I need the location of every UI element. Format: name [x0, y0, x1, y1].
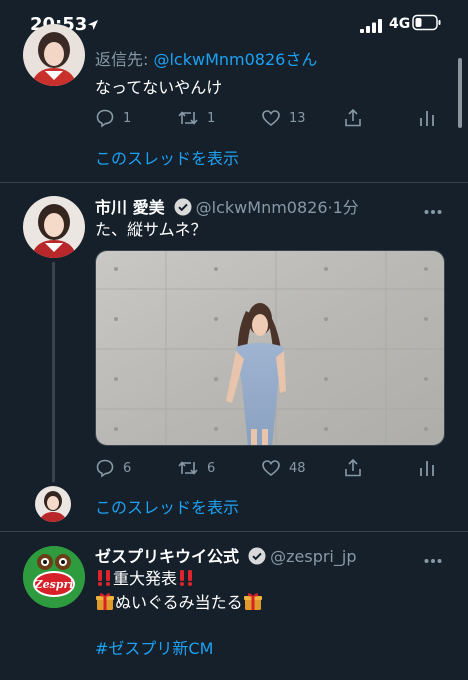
- analytics-button[interactable]: [419, 458, 435, 478]
- zespri-logo-text: Zespri: [34, 578, 74, 591]
- reply-count: 6: [123, 460, 132, 476]
- display-name[interactable]: 市川 愛美: [95, 198, 165, 217]
- user-handle[interactable]: @zespri_jp: [270, 547, 356, 566]
- share-icon: [343, 458, 363, 478]
- prize-text: ぬいぐるみ当たる: [115, 593, 243, 612]
- thread-line: [52, 262, 55, 482]
- reply-to-line: 返信先: @lckwMnm0826さん: [95, 46, 317, 70]
- reply-icon: [95, 108, 115, 128]
- gift-icon: [95, 591, 115, 618]
- retweet-icon: [177, 458, 199, 478]
- battery-icon: [412, 14, 442, 36]
- display-name[interactable]: ゼスプリキウイ公式: [95, 547, 239, 566]
- like-button[interactable]: 48: [261, 458, 306, 478]
- like-button[interactable]: 13: [261, 108, 306, 128]
- tweet-actions: 1 1 13: [95, 108, 435, 130]
- reply-button[interactable]: 6: [95, 458, 131, 478]
- analytics-icon: [419, 458, 435, 478]
- share-button[interactable]: [343, 108, 363, 128]
- tweet-photo[interactable]: [95, 250, 445, 446]
- tweet-text-line-1: 重大発表: [95, 567, 195, 594]
- analytics-button[interactable]: [419, 108, 435, 128]
- location-arrow-icon: [87, 16, 99, 35]
- tweet-text: なってないやんけ: [95, 78, 223, 97]
- hashtag-link[interactable]: #ゼスプリ新CM: [95, 637, 213, 661]
- heart-icon: [261, 108, 281, 128]
- tweet-text-line-2: ぬいぐるみ当たる: [95, 591, 263, 618]
- share-button[interactable]: [343, 458, 363, 478]
- retweet-icon: [177, 108, 199, 128]
- retweet-count: 1: [207, 110, 216, 126]
- more-options-icon[interactable]: [424, 200, 442, 219]
- avatar[interactable]: [23, 196, 85, 258]
- share-icon: [343, 108, 363, 128]
- tweet-time: ·1分: [327, 198, 359, 217]
- like-count: 13: [289, 110, 306, 126]
- gift-icon: [243, 591, 263, 618]
- retweet-count: 6: [207, 460, 216, 476]
- scrollbar-thumb[interactable]: [458, 58, 462, 128]
- show-thread-link[interactable]: このスレッドを表示: [95, 494, 239, 518]
- divider: [0, 182, 468, 183]
- reply-suffix: さん: [285, 50, 318, 69]
- divider: [0, 531, 468, 532]
- more-options-icon[interactable]: [424, 549, 442, 568]
- reply-count: 1: [123, 110, 132, 126]
- signal-icon: [360, 18, 382, 37]
- user-handle[interactable]: @lckwMnm0826: [196, 198, 328, 217]
- reply-button[interactable]: 1: [95, 108, 131, 128]
- reply-prefix: 返信先:: [95, 50, 154, 69]
- retweet-button[interactable]: 1: [177, 108, 215, 128]
- announcement-text: 重大発表: [113, 569, 178, 588]
- tweet-actions: 6 6 48: [95, 458, 435, 480]
- retweet-button[interactable]: 6: [177, 458, 215, 478]
- show-thread-link[interactable]: このスレッドを表示: [95, 145, 239, 169]
- heart-icon: [261, 458, 281, 478]
- tweet-header: ゼスプリキウイ公式 @zespri_jp: [95, 543, 356, 569]
- avatar[interactable]: [23, 24, 85, 86]
- tweet-header: 市川 愛美 @lckwMnm0826·1分: [95, 194, 359, 220]
- verified-badge-icon: [248, 547, 266, 569]
- reply-icon: [95, 458, 115, 478]
- avatar-small[interactable]: [35, 486, 71, 522]
- avatar[interactable]: Zespri: [23, 546, 85, 608]
- tweet-text: た、縦サムネ？: [95, 220, 207, 239]
- verified-badge-icon: [174, 198, 192, 220]
- analytics-icon: [419, 108, 435, 128]
- like-count: 48: [289, 460, 306, 476]
- network-type: 4G: [389, 16, 411, 32]
- reply-handle-link[interactable]: @lckwMnm0826: [153, 50, 285, 69]
